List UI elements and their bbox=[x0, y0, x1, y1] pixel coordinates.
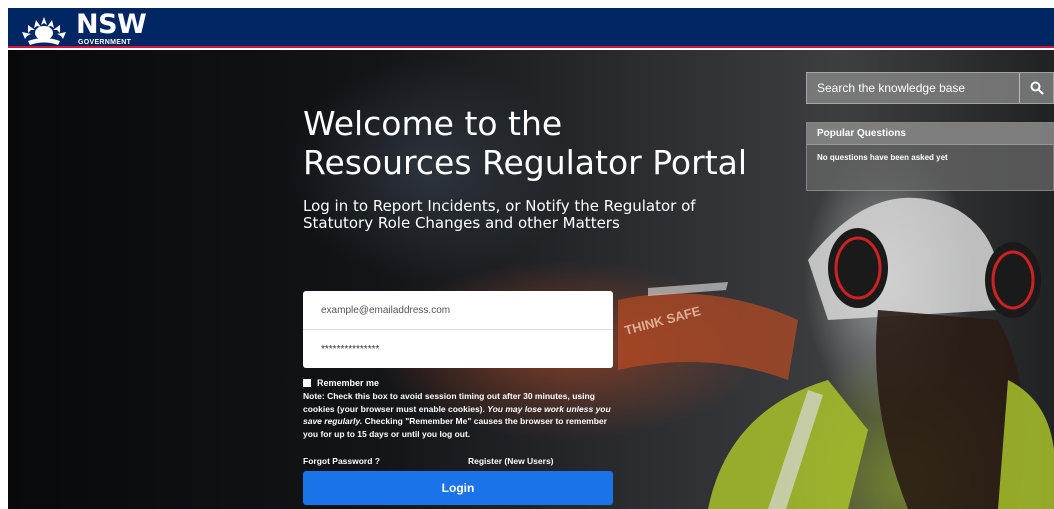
waratah-icon bbox=[22, 17, 66, 45]
logo-subtitle: GOVERNMENT bbox=[78, 39, 132, 46]
nsw-government-logo[interactable]: NSW GOVERNMENT bbox=[18, 9, 148, 47]
site-header: NSW GOVERNMENT bbox=[8, 8, 1054, 48]
popular-questions-title: Popular Questions bbox=[807, 123, 1053, 145]
knowledge-search bbox=[806, 72, 1054, 104]
search-button[interactable] bbox=[1019, 73, 1053, 103]
remember-me-label: Remember me bbox=[317, 378, 380, 388]
register-link[interactable]: Register (New Users) bbox=[468, 456, 554, 466]
remember-me-note: Note: Check this box to avoid session ti… bbox=[303, 390, 613, 440]
logo-wordmark: NSW bbox=[76, 9, 147, 40]
email-input[interactable] bbox=[303, 291, 613, 329]
magnifier-icon bbox=[1030, 81, 1044, 95]
welcome-heading: Welcome to the Resources Regulator Porta… bbox=[303, 104, 763, 182]
remember-me-row[interactable]: Remember me bbox=[303, 378, 379, 388]
password-input[interactable] bbox=[303, 330, 613, 368]
welcome-heading-line1: Welcome to the bbox=[303, 104, 563, 143]
note-label: Note: bbox=[303, 391, 325, 401]
knowledge-search-input[interactable] bbox=[807, 73, 1021, 103]
forgot-password-link[interactable]: Forgot Password ? bbox=[303, 456, 380, 466]
welcome-heading-line2: Resources Regulator Portal bbox=[303, 143, 748, 182]
popular-questions-empty: No questions have been asked yet bbox=[817, 153, 948, 162]
welcome-subtitle: Log in to Report Incidents, or Notify th… bbox=[303, 197, 696, 232]
popular-questions-panel: Popular Questions No questions have been… bbox=[806, 122, 1054, 191]
login-credentials-box bbox=[303, 291, 613, 368]
remember-me-checkbox[interactable] bbox=[303, 379, 311, 387]
login-button[interactable]: Login bbox=[303, 471, 613, 505]
